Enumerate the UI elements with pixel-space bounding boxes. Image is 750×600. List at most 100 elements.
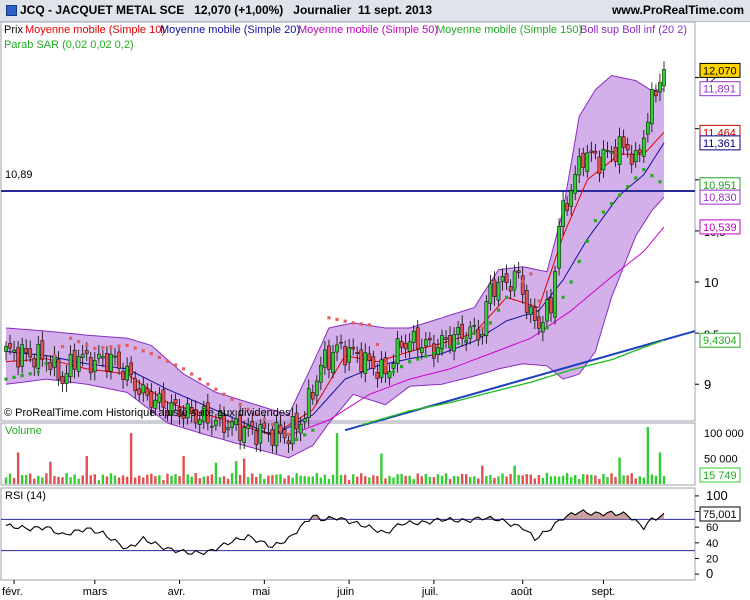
chart-canvas[interactable]: 99,51010,51111,51212,07011,89111,46411,3… — [0, 22, 750, 600]
volume-bar — [315, 472, 319, 484]
candle-body — [109, 354, 113, 372]
volume-bar — [226, 478, 230, 484]
volume-bar — [4, 477, 8, 484]
sar-dot — [545, 326, 549, 330]
volume-bar — [299, 475, 302, 484]
volume-bar — [101, 474, 105, 484]
candle-body — [298, 423, 303, 434]
volume-bar — [489, 474, 492, 484]
title-bar: JCQ - JACQUET METAL SCE 12,070 (+1,00%) … — [0, 0, 750, 22]
volume-bar — [57, 476, 60, 484]
price-tag-label: 12,070 — [703, 65, 737, 77]
volume-bar — [295, 473, 298, 484]
candle-body — [64, 373, 69, 384]
sar-dot — [634, 176, 638, 180]
candle-body — [488, 283, 493, 304]
price-tag-label: 11,361 — [703, 138, 736, 150]
candle-body — [500, 275, 505, 282]
volume-bar — [351, 474, 355, 484]
candle-body — [569, 190, 574, 207]
candle-body — [32, 358, 37, 368]
candle-body — [484, 301, 489, 336]
sar-dot — [117, 344, 121, 348]
volume-bar — [339, 474, 343, 484]
volume-bar — [380, 453, 383, 484]
candle-body — [96, 353, 101, 359]
volume-bar — [81, 475, 84, 484]
volume-bar — [360, 473, 363, 484]
candle-body — [214, 419, 218, 426]
volume-bar — [210, 474, 214, 484]
volume-bar — [65, 472, 68, 484]
price-axis-tick-label: 10 — [704, 275, 718, 290]
sar-dot — [198, 377, 202, 381]
volume-bar — [412, 479, 415, 484]
candle-body — [371, 356, 376, 369]
candle-body — [504, 273, 509, 283]
volume-bar — [202, 476, 206, 484]
candle-body — [8, 343, 12, 349]
price-tag-label: 10,830 — [703, 192, 737, 204]
volume-bar — [45, 473, 48, 484]
volume-bar — [166, 473, 169, 484]
price-tag-label: 10,539 — [703, 222, 737, 234]
sar-dot — [585, 239, 589, 243]
volume-bar — [368, 477, 371, 484]
volume-bar — [578, 479, 581, 484]
candle-body — [270, 429, 275, 446]
candle-body — [585, 152, 590, 172]
candle-body — [141, 384, 146, 394]
volume-bar — [174, 473, 177, 484]
volume-bar — [638, 476, 641, 484]
candle-body — [456, 326, 460, 335]
sar-dot — [658, 180, 662, 184]
sar-dot — [448, 345, 452, 349]
sar-dot — [182, 367, 186, 371]
candle-body — [149, 391, 154, 408]
candle-body — [532, 307, 537, 321]
volume-bar — [404, 475, 407, 484]
candle-body — [60, 376, 65, 385]
volume-bar — [525, 474, 528, 484]
sar-dot — [521, 280, 525, 284]
volume-bar — [347, 479, 351, 484]
candle-body — [411, 330, 416, 343]
sar-dot — [319, 372, 323, 376]
volume-bar — [259, 473, 262, 484]
sar-dot — [464, 336, 468, 340]
candle-body — [359, 349, 364, 372]
candle-body — [129, 362, 133, 375]
volume-bar — [222, 476, 226, 484]
candle-body — [423, 339, 428, 347]
candle-body — [145, 388, 150, 396]
candle-body — [230, 421, 234, 428]
volume-bar — [456, 476, 460, 484]
hline-label: 10,89 — [5, 169, 33, 181]
candle-body — [629, 153, 634, 165]
candle-body — [452, 334, 456, 352]
candle-body — [314, 380, 319, 396]
legend-label-sar: Parab SAR (0,02 0,02 0,2) — [4, 39, 134, 51]
volume-bar — [125, 476, 129, 484]
sar-dot — [20, 373, 24, 378]
sar-dot — [109, 345, 113, 349]
candle-body — [395, 338, 400, 364]
candle-body — [88, 356, 93, 374]
sar-dot — [60, 345, 65, 349]
volume-bar — [513, 465, 516, 484]
volume-bar — [384, 478, 387, 484]
site-link[interactable]: www.ProRealTime.com — [612, 3, 744, 17]
time-axis-label: avr. — [168, 586, 186, 598]
candle-body — [379, 359, 384, 378]
volume-bar — [376, 476, 379, 484]
price-tag-label: 9,4304 — [703, 335, 737, 347]
volume-bar — [97, 480, 101, 484]
candle-body — [250, 421, 255, 428]
sar-dot — [375, 342, 379, 347]
sar-dot — [440, 348, 444, 352]
volume-bar — [53, 476, 56, 484]
volume-bar — [49, 461, 52, 484]
volume-bar — [255, 476, 258, 484]
candle-body — [593, 150, 598, 154]
candle-body — [56, 359, 61, 380]
